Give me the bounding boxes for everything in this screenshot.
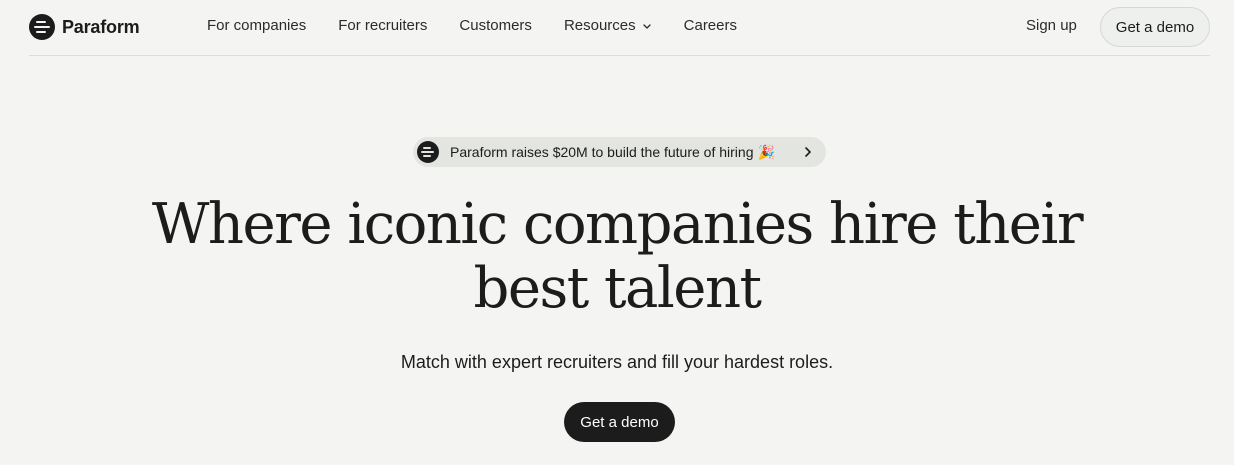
paraform-logo-icon (29, 14, 55, 40)
nav-dropdown-resources[interactable]: Resources (564, 17, 652, 34)
hero-subheadline: Match with expert recruiters and fill yo… (400, 352, 834, 372)
chevron-right-icon (805, 147, 811, 157)
nav-dropdown-resources-label: Resources (563, 17, 636, 34)
brand-logo-link[interactable]: Paraform (29, 14, 140, 40)
get-a-demo-hero-button[interactable]: Get a demo (564, 402, 675, 442)
hero-headline: Where iconic companies hire their best t… (0, 193, 1234, 321)
nav-link-for-recruiters[interactable]: For recruiters (338, 17, 427, 34)
chevron-down-icon (642, 23, 651, 29)
paraform-logo-icon (417, 141, 439, 163)
nav-link-customers[interactable]: Customers (459, 17, 532, 34)
nav-link-for-companies[interactable]: For companies (207, 17, 306, 34)
sign-up-link[interactable]: Sign up (1026, 17, 1077, 34)
get-a-demo-nav-button[interactable]: Get a demo (1100, 7, 1210, 47)
announcement-text: Paraform raises $20M to build the future… (450, 144, 754, 160)
primary-nav-links: For companies For recruiters Customers R… (207, 17, 737, 34)
hero-headline-line-1: Where iconic companies hire their (151, 192, 1084, 257)
party-popper-icon: 🎉 (757, 143, 775, 160)
hero-headline-line-2: best talent (473, 256, 762, 321)
nav-link-careers[interactable]: Careers (684, 17, 737, 34)
announcement-banner[interactable]: Paraform raises $20M to build the future… (413, 137, 826, 167)
brand-name: Paraform (62, 16, 140, 37)
top-nav: Paraform For companies For recruiters Cu… (29, 0, 1210, 56)
